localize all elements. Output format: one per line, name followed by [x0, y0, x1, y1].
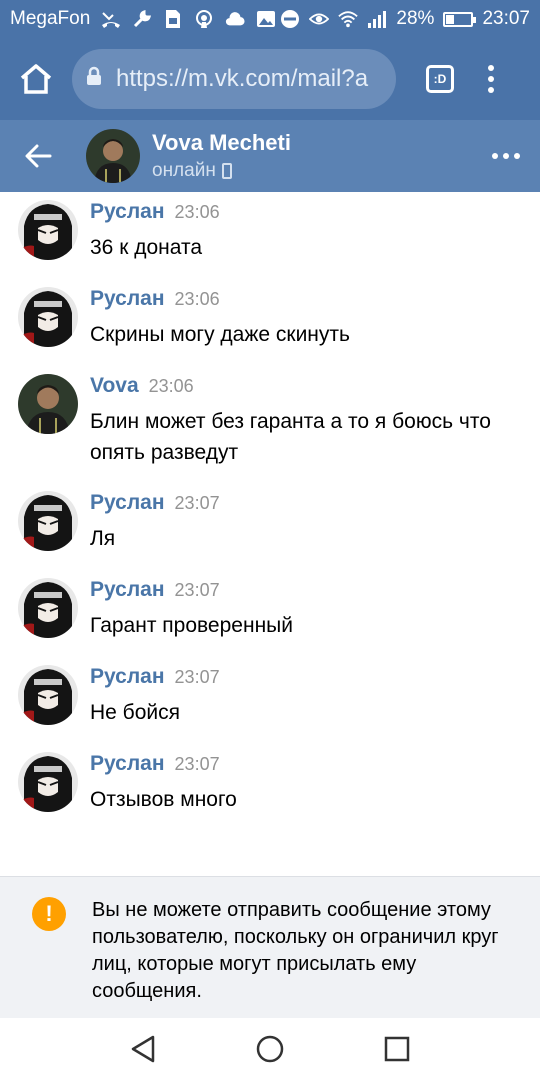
more-dot: [514, 153, 520, 159]
menu-dot: [488, 87, 494, 93]
message-text: 36 к доната: [90, 236, 203, 259]
battery-fill: [446, 14, 454, 24]
hotspot-icon: [194, 9, 214, 29]
home-icon: [20, 64, 52, 94]
ruslan-avatar[interactable]: [18, 491, 78, 551]
tabs-button[interactable]: :D: [426, 65, 454, 93]
ruslan-avatar[interactable]: [18, 665, 78, 725]
missed-call-icon: [101, 9, 121, 29]
message-time: 23:07: [174, 493, 220, 513]
contact-avatar[interactable]: [86, 129, 140, 183]
browser-menu-button[interactable]: [486, 65, 496, 93]
menu-dot: [488, 65, 494, 71]
mobile-icon: [221, 163, 232, 179]
menu-dot: [488, 76, 494, 82]
nav-back-button[interactable]: [123, 1029, 163, 1069]
cannot-message-notice: ! Вы не можете отправить сообщение этому…: [0, 876, 540, 1018]
message-time: 23:07: [174, 580, 220, 600]
status-right: 28% 23:07: [280, 8, 530, 30]
ruslan-avatar[interactable]: [18, 287, 78, 347]
message-text: Гарант проверенный: [90, 614, 293, 637]
message-text: Ля: [90, 527, 116, 550]
message-author[interactable]: Руслан 23:06: [90, 200, 220, 224]
square-recents-icon: [384, 1036, 409, 1062]
contact-status: онлайн: [152, 160, 291, 182]
message-item: Руслан 23:07 Не бойся: [0, 657, 540, 737]
message-item: Руслан 23:07 Отзывов много: [0, 744, 540, 824]
home-button[interactable]: [14, 57, 58, 101]
message-time: 23:06: [148, 376, 194, 396]
browser-toolbar: https://m.vk.com/mail?a :D: [0, 38, 540, 120]
ruslan-avatar[interactable]: [18, 200, 78, 260]
clock: 23:07: [482, 8, 530, 29]
warning-icon: !: [32, 897, 66, 931]
message-text: Блин может без гаранта а то я боюсь что …: [90, 410, 491, 464]
system-navigation-bar: [0, 1018, 540, 1080]
status-bar: MegaFon 28% 23:07: [0, 0, 540, 38]
contact-info[interactable]: Vova Mecheti онлайн: [152, 130, 291, 182]
message-time: 23:07: [174, 754, 220, 774]
message-time: 23:06: [174, 289, 220, 309]
ruslan-avatar[interactable]: [18, 578, 78, 638]
message-item: Vova 23:06 Блин может без гаранта а то я …: [0, 366, 540, 476]
lock-icon: [86, 65, 102, 93]
eye-icon: [309, 9, 330, 29]
battery-percent: 28%: [396, 8, 435, 29]
triangle-back-icon: [132, 1035, 155, 1063]
status-left: MegaFon: [10, 8, 276, 30]
nav-home-button[interactable]: [250, 1029, 290, 1069]
back-arrow-icon: [25, 144, 52, 168]
image-icon: [256, 9, 276, 29]
message-text: Отзывов много: [90, 788, 237, 811]
message-item: Руслан 23:07 Ля: [0, 483, 540, 563]
notice-text: Вы не можете отправить сообщение этому п…: [92, 899, 499, 1002]
sim-card-icon: [163, 9, 183, 29]
carrier-name: MegaFon: [10, 8, 91, 29]
message-author[interactable]: Руслан 23:06: [90, 287, 220, 311]
more-options-button[interactable]: [492, 153, 520, 159]
cloud-icon: [225, 9, 245, 29]
message-time: 23:07: [174, 667, 220, 687]
wrench-icon: [132, 9, 152, 29]
address-bar[interactable]: https://m.vk.com/mail?a: [72, 49, 396, 109]
circle-home-icon: [256, 1035, 284, 1063]
vova-avatar[interactable]: [18, 374, 78, 434]
message-author[interactable]: Руслан 23:07: [90, 752, 220, 776]
message-author[interactable]: Руслан 23:07: [90, 491, 220, 515]
more-dot: [503, 153, 509, 159]
message-author[interactable]: Руслан 23:07: [90, 665, 220, 689]
signal-icon: [367, 9, 387, 29]
message-author[interactable]: Vova 23:06: [90, 374, 194, 398]
message-author[interactable]: Руслан 23:07: [90, 578, 220, 602]
nav-recents-button[interactable]: [377, 1029, 417, 1069]
message-time: 23:06: [174, 202, 220, 222]
message-item: Руслан 23:06 Скрины могу даже скинуть: [0, 279, 540, 359]
contact-name: Vova Mecheti: [152, 130, 291, 155]
chat-header: Vova Mecheti онлайн: [0, 120, 540, 192]
do-not-disturb-icon: [280, 9, 300, 29]
url-text: https://m.vk.com/mail?a: [116, 65, 369, 92]
more-dot: [492, 153, 498, 159]
online-status-text: онлайн: [152, 160, 216, 181]
ruslan-avatar[interactable]: [18, 752, 78, 812]
battery-icon: [443, 11, 477, 27]
message-item: Руслан 23:06 36 к доната: [0, 192, 540, 272]
back-button[interactable]: [20, 138, 56, 174]
message-text: Не бойся: [90, 701, 180, 724]
wifi-icon: [338, 9, 359, 29]
message-text: Скрины могу даже скинуть: [90, 323, 350, 346]
message-item: Руслан 23:07 Гарант проверенный: [0, 570, 540, 650]
